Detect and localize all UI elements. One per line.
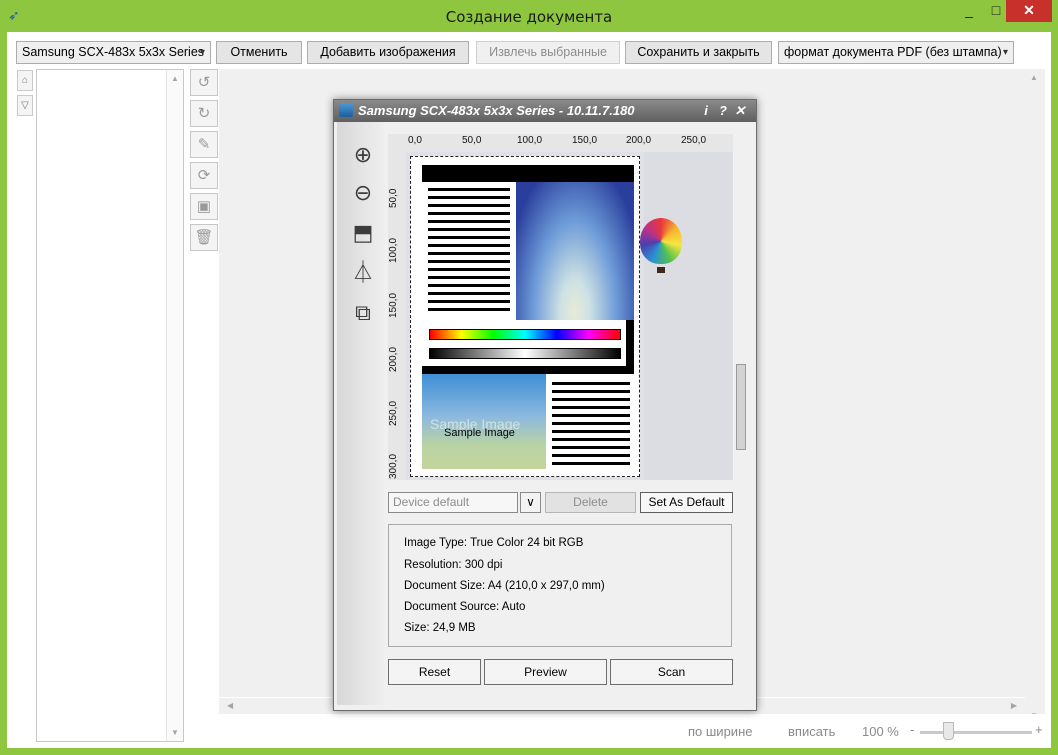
zoom-plus-button[interactable]: + — [1035, 722, 1043, 737]
dialog-title-bar: Samsung SCX-483x 5x3x Series - 10.11.7.1… — [334, 100, 756, 122]
dialog-close-icon[interactable]: ✕ — [732, 101, 748, 121]
dialog-info-button[interactable]: i — [698, 101, 714, 121]
extract-selected-button[interactable]: Извлечь выбранные — [476, 41, 620, 64]
info-size: Size: 24,9 MB — [404, 622, 476, 634]
info-image-type: Image Type: True Color 24 bit RGB — [404, 537, 584, 549]
preset-select[interactable]: Device default — [388, 492, 518, 513]
info-resolution: Resolution: 300 dpi — [404, 559, 503, 571]
delete-trash-button[interactable]: 🗑 — [190, 224, 218, 251]
chevron-down-icon: ▾ — [199, 47, 205, 58]
rainbow-ramp — [429, 329, 621, 340]
add-images-button[interactable]: Добавить изображения — [307, 41, 469, 64]
ruler-top: 0,0 50,0 100,0 150,0 200,0 250,0 — [388, 134, 733, 152]
scroll-down-icon[interactable]: ▼ — [171, 728, 179, 737]
black-divider — [422, 366, 634, 374]
dialog-title: Samsung SCX-483x 5x3x Series - 10.11.7.1… — [358, 103, 635, 118]
printer-select[interactable]: Samsung SCX-483x 5x3x Series ▾ — [16, 41, 211, 64]
sample-photo: Sample Image Sample Image — [422, 374, 546, 469]
scroll-left-icon[interactable]: ◀ — [227, 701, 233, 710]
ruler-top-tick: 0,0 — [408, 135, 422, 146]
scan-info-panel: Image Type: True Color 24 bit RGB Resolu… — [388, 524, 732, 647]
ruler-top-tick: 50,0 — [462, 135, 482, 146]
thumbnail-list[interactable]: ▲ ▼ — [36, 69, 184, 742]
scroll-up-icon[interactable]: ▲ — [171, 74, 179, 83]
title-bar: ➶ Создание документа _ □ ✕ — [0, 0, 1058, 32]
format-select[interactable]: формат документа PDF (без штампа) ▾ — [778, 41, 1014, 64]
info-document-size: Document Size: A4 (210,0 x 297,0 mm) — [404, 580, 605, 592]
ruler-top-tick: 250,0 — [681, 135, 707, 146]
cancel-button[interactable]: Отменить — [216, 41, 302, 64]
ruler-top-tick: 150,0 — [572, 135, 598, 146]
rotate-left-button[interactable]: ↺ — [190, 69, 218, 96]
scan-dialog: Samsung SCX-483x 5x3x Series - 10.11.7.1… — [333, 99, 757, 711]
delete-preset-button[interactable]: Delete — [545, 492, 636, 513]
format-select-value: формат документа PDF (без штампа) — [784, 45, 1002, 59]
status-bar: по ширине вписать 100 % - + — [219, 714, 1045, 748]
scroll-right-icon[interactable]: ▶ — [1011, 701, 1017, 710]
black-side-bar — [626, 320, 634, 366]
text-stripes-block-2 — [552, 382, 630, 470]
scan-area-background — [644, 152, 733, 480]
zoom-slider-thumb[interactable] — [943, 722, 954, 740]
dialog-help-button[interactable]: ? — [715, 101, 731, 121]
mirror-icon[interactable]: ⏃ — [348, 258, 378, 288]
grey-ramp — [429, 348, 621, 359]
close-button[interactable]: ✕ — [1006, 0, 1052, 22]
sample-label: Sample Image — [444, 427, 515, 439]
preview-page: Sample Image Sample Image — [410, 156, 682, 477]
printer-select-value: Samsung SCX-483x 5x3x Series — [22, 45, 205, 59]
minimize-button[interactable]: _ — [956, 0, 982, 22]
rotate-right-button[interactable]: ↻ — [190, 100, 218, 127]
scan-button[interactable]: Scan — [610, 659, 733, 685]
window-title: Создание документа — [445, 8, 613, 26]
fit-width-link[interactable]: по ширине — [688, 724, 752, 739]
ruler-left: 50,0 100,0 150,0 200,0 250,0 300,0 — [388, 134, 406, 480]
rotate-page-icon[interactable]: ⬒ — [348, 218, 378, 248]
save-close-button[interactable]: Сохранить и закрыть — [625, 41, 772, 64]
ruler-left-tick: 100,0 — [388, 237, 399, 263]
preview-button[interactable]: Preview — [484, 659, 607, 685]
ruler-top-tick: 200,0 — [626, 135, 652, 146]
preview-canvas[interactable]: 0,0 50,0 100,0 150,0 200,0 250,0 50,0 10… — [388, 134, 733, 480]
info-document-source: Document Source: Auto — [404, 601, 526, 613]
auto-crop-icon[interactable]: ⧉ — [348, 298, 378, 328]
preview-tools-panel: ⊕ ⊖ ⬒ ⏃ ⧉ — [337, 122, 385, 705]
ruler-left-tick: 250,0 — [388, 400, 399, 426]
zoom-level: 100 % — [862, 724, 899, 739]
color-bars-area — [422, 320, 621, 366]
balloon-icon — [640, 218, 682, 264]
reset-button[interactable]: Reset — [388, 659, 481, 685]
fit-link[interactable]: вписать — [788, 724, 835, 739]
zoom-out-icon[interactable]: ⊖ — [348, 178, 378, 208]
ruler-top-tick: 100,0 — [517, 135, 543, 146]
text-stripes-block — [428, 188, 510, 316]
basket-icon — [657, 267, 665, 273]
view-vertical-scrollbar[interactable]: ▲ ▼ — [1025, 69, 1042, 724]
scanner-icon — [339, 103, 353, 117]
zoom-slider[interactable] — [920, 731, 1032, 734]
zoom-in-icon[interactable]: ⊕ — [348, 140, 378, 170]
preview-header-bar — [422, 165, 634, 182]
nav-down-button[interactable]: ▽ — [17, 95, 33, 116]
edit-pencil-button[interactable]: ✎ — [190, 131, 218, 158]
chevron-down-icon[interactable]: ∨ — [520, 492, 541, 513]
thumbnail-scrollbar[interactable]: ▲ ▼ — [166, 70, 183, 741]
ruler-left-tick: 300,0 — [388, 453, 399, 479]
expand-panel-handle[interactable] — [736, 364, 746, 450]
save-disk-button[interactable]: ▣ — [190, 193, 218, 220]
balloon-photo — [516, 182, 682, 320]
ruler-left-tick: 50,0 — [388, 188, 399, 208]
zoom-minus-button[interactable]: - — [910, 722, 914, 737]
nav-up-button[interactable]: ⌂ — [17, 70, 33, 91]
set-default-button[interactable]: Set As Default — [640, 492, 733, 513]
chevron-down-icon: ▾ — [1002, 47, 1008, 58]
scroll-up-icon[interactable]: ▲ — [1030, 73, 1038, 82]
ruler-left-tick: 150,0 — [388, 292, 399, 318]
refresh-button[interactable]: ⟳ — [190, 162, 218, 189]
ruler-left-tick: 200,0 — [388, 346, 399, 372]
